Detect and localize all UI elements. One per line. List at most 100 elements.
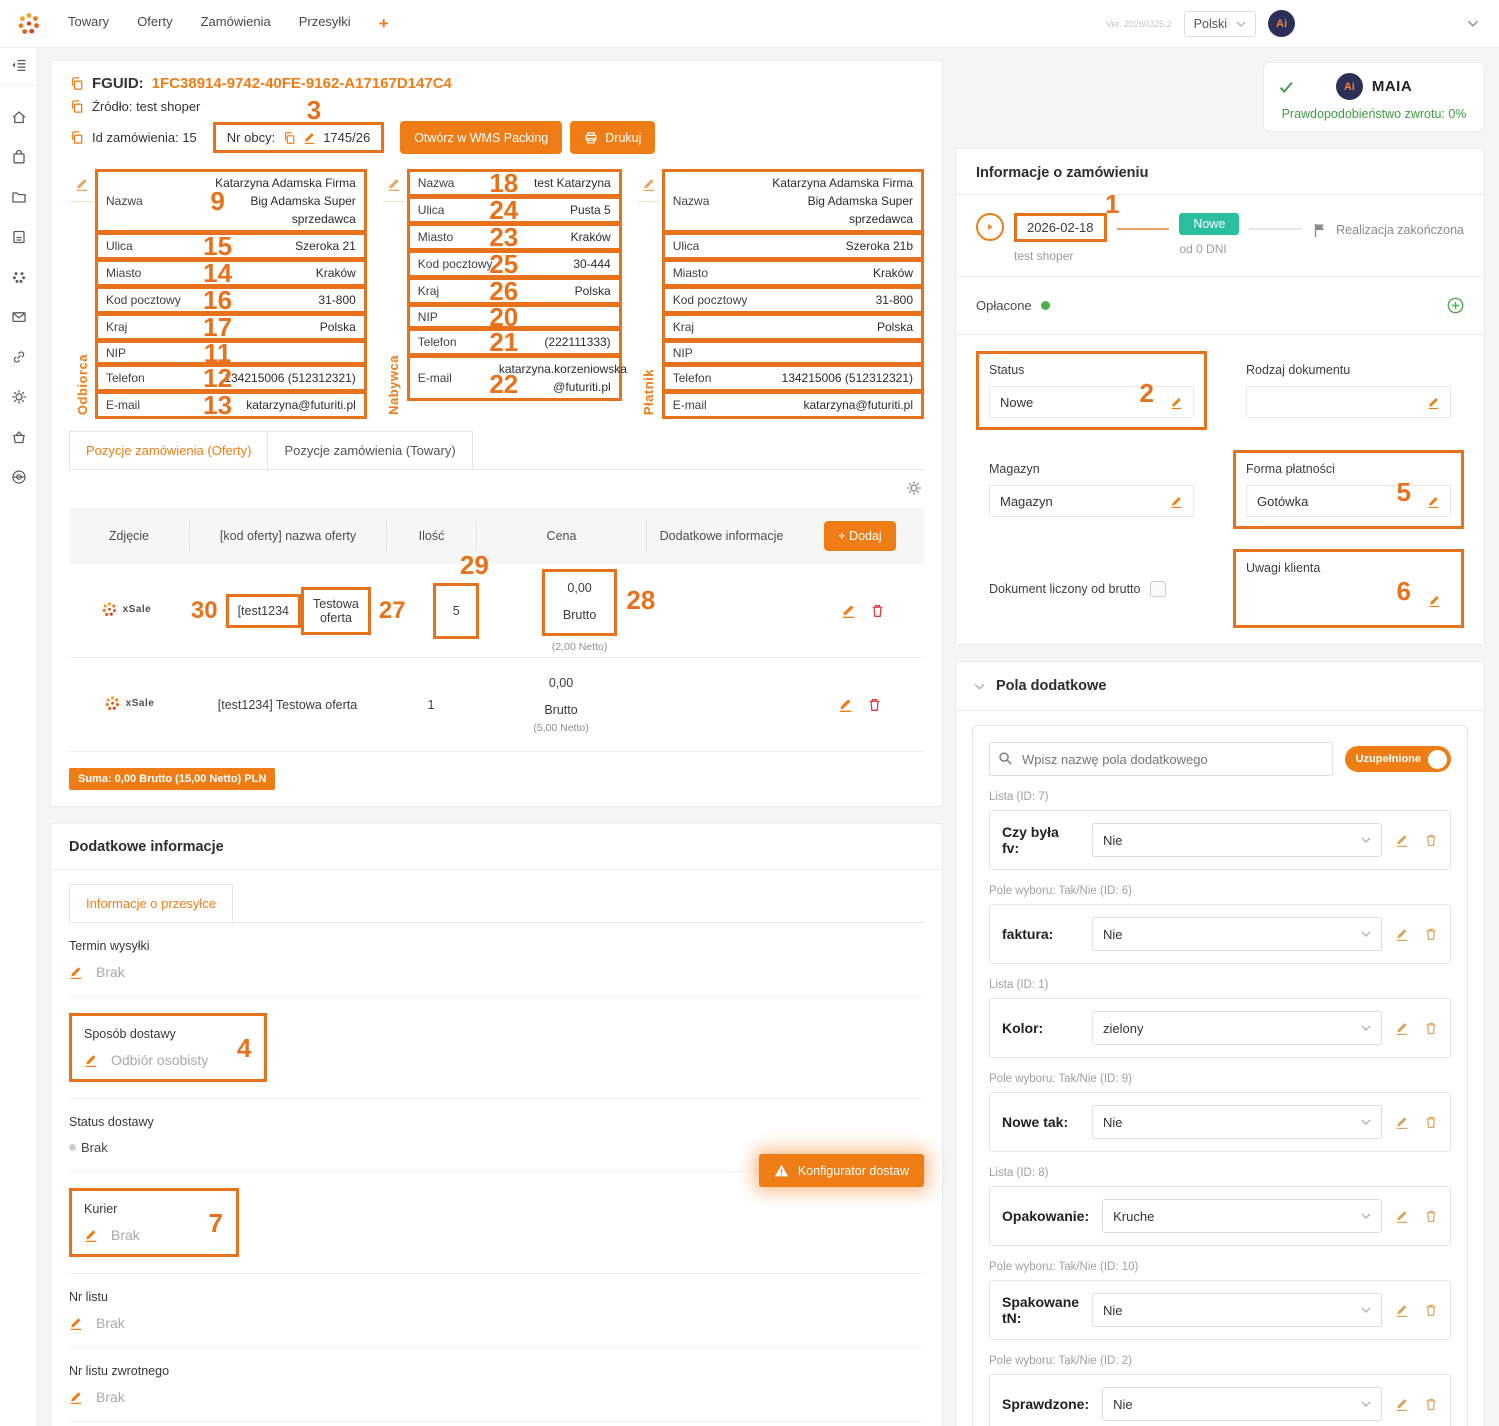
item-quantity: 5 xyxy=(433,583,479,639)
delivery-configurator-button[interactable]: Konfigurator dostaw xyxy=(759,1154,924,1187)
edit-pencil-icon[interactable] xyxy=(1427,495,1440,508)
edit-pencil-icon[interactable] xyxy=(1170,495,1183,508)
edit-pencil-icon[interactable] xyxy=(69,965,83,979)
field-label: Telefon xyxy=(106,371,145,385)
custom-field-select[interactable]: Nie xyxy=(1092,917,1382,951)
mail-icon[interactable] xyxy=(11,309,27,325)
play-icon[interactable] xyxy=(976,213,1004,241)
custom-field-select[interactable]: Nie xyxy=(1102,1387,1382,1421)
field-meta: Pole wyboru: Tak/Nie (ID: 2) xyxy=(989,1355,1451,1367)
link-icon[interactable] xyxy=(11,349,27,365)
custom-field-select[interactable]: zielony xyxy=(1092,1011,1382,1045)
nav-item-oferty[interactable]: Oferty xyxy=(137,14,172,34)
edit-pencil-icon[interactable] xyxy=(1395,833,1409,847)
open-wms-button[interactable]: Otwórz w WMS Packing xyxy=(400,121,562,154)
field-label: NIP xyxy=(418,310,438,324)
user-avatar[interactable]: Ai xyxy=(1268,10,1295,37)
edit-pencil-icon[interactable] xyxy=(1395,1021,1409,1035)
field-label: E-mail xyxy=(106,398,140,412)
trash-icon[interactable] xyxy=(1424,1021,1438,1035)
custom-field-select[interactable]: Nie xyxy=(1092,1105,1382,1139)
items-table-header: Zdjęcie [kod oferty] nazwa oferty Ilość … xyxy=(69,508,924,564)
edit-pencil-icon[interactable] xyxy=(84,1228,98,1242)
trash-icon[interactable] xyxy=(867,697,882,712)
custom-field-select[interactable]: Kruche xyxy=(1102,1199,1382,1233)
edit-pencil-icon[interactable] xyxy=(1170,396,1183,409)
copy-icon[interactable] xyxy=(69,99,84,114)
tab-order-items-goods[interactable]: Pozycje zamówienia (Towary) xyxy=(268,431,472,469)
field-value: Nie xyxy=(1113,1397,1133,1412)
navbar-collapse-icon[interactable] xyxy=(1467,20,1479,27)
document-icon[interactable] xyxy=(11,229,27,245)
trash-icon[interactable] xyxy=(1424,1397,1438,1411)
custom-field-row: Kolor: zielony xyxy=(989,998,1451,1058)
home-icon[interactable] xyxy=(11,109,27,125)
edit-pencil-icon[interactable] xyxy=(1395,927,1409,941)
field-label: NIP xyxy=(106,346,126,360)
add-payment-icon[interactable] xyxy=(1447,297,1464,314)
chevron-down-icon xyxy=(1361,1213,1371,1219)
edit-pencil-icon[interactable] xyxy=(303,131,316,144)
custom-field-select[interactable]: Nie xyxy=(1092,1293,1382,1327)
edit-pencil-icon[interactable] xyxy=(1427,396,1440,409)
status-value: Nowe xyxy=(1000,395,1170,410)
payer-rail: Płatnik xyxy=(636,170,662,419)
edit-pencil-icon[interactable] xyxy=(69,1390,83,1404)
source-line: Źródło: test shoper xyxy=(69,99,924,114)
nav-item-zamowienia[interactable]: Zamówienia xyxy=(201,14,271,34)
globe-icon[interactable] xyxy=(11,469,27,485)
xsale-logo-icon[interactable] xyxy=(16,11,42,37)
gear-icon[interactable] xyxy=(11,389,27,405)
edit-pencil-icon[interactable] xyxy=(1428,594,1441,607)
tab-order-items-offers[interactable]: Pozycje zamówienia (Oferty) xyxy=(69,431,268,469)
print-button[interactable]: Drukuj xyxy=(570,121,655,154)
custom-field-search-input[interactable] xyxy=(989,742,1333,776)
field-value: Brak xyxy=(111,1227,140,1243)
edit-pencil-icon[interactable] xyxy=(1395,1115,1409,1129)
trash-icon[interactable] xyxy=(1424,927,1438,941)
edit-pencil-icon[interactable] xyxy=(638,172,660,202)
add-item-button[interactable]: + Dodaj xyxy=(824,521,895,551)
trash-icon[interactable] xyxy=(870,603,885,618)
sidebar-collapse-icon[interactable] xyxy=(0,57,37,85)
field-label: Telefon xyxy=(673,371,712,385)
collapse-chevron-icon[interactable] xyxy=(974,683,985,690)
edit-pencil-icon[interactable] xyxy=(1395,1303,1409,1317)
chevron-down-icon xyxy=(1361,931,1371,937)
shopping-bag-icon[interactable] xyxy=(11,149,27,165)
table-settings-gear-icon[interactable] xyxy=(906,480,922,496)
gross-checkbox[interactable] xyxy=(1150,581,1166,597)
field-value: 31-800 xyxy=(318,291,355,309)
edit-pencil-icon[interactable] xyxy=(84,1053,98,1067)
language-select[interactable]: Polski xyxy=(1184,11,1256,37)
address-field-row: E-mailkatarzyna@futuriti.pl xyxy=(662,391,924,419)
nav-add-button[interactable]: + xyxy=(379,14,389,34)
apps-icon[interactable] xyxy=(11,269,27,285)
trash-icon[interactable] xyxy=(1424,1115,1438,1129)
main-menu: Towary Oferty Zamówienia Przesyłki + xyxy=(68,14,389,34)
basket-icon[interactable] xyxy=(11,429,27,445)
nav-item-przesylki[interactable]: Przesyłki xyxy=(299,14,351,34)
nav-item-towary[interactable]: Towary xyxy=(68,14,109,34)
edit-pencil-icon[interactable] xyxy=(841,603,856,618)
edit-pencil-icon[interactable] xyxy=(69,1316,83,1330)
copy-icon[interactable] xyxy=(282,131,296,145)
copy-icon[interactable] xyxy=(69,76,84,91)
edit-pencil-icon[interactable] xyxy=(1395,1209,1409,1223)
edit-pencil-icon[interactable] xyxy=(838,697,853,712)
col-header-name: [kod oferty] nazwa oferty xyxy=(189,521,386,551)
field-label: Status xyxy=(989,363,1194,377)
trash-icon[interactable] xyxy=(1424,1209,1438,1223)
field-label: Nazwa xyxy=(673,194,710,208)
trash-icon[interactable] xyxy=(1424,1303,1438,1317)
field-value: 31-800 xyxy=(876,291,913,309)
edit-pencil-icon[interactable] xyxy=(383,172,405,202)
edit-pencil-icon[interactable] xyxy=(71,172,93,202)
edit-pencil-icon[interactable] xyxy=(1395,1397,1409,1411)
filled-toggle[interactable]: Uzupełnione xyxy=(1345,746,1451,772)
copy-icon[interactable] xyxy=(69,130,84,145)
custom-field-select[interactable]: Nie xyxy=(1092,823,1382,857)
trash-icon[interactable] xyxy=(1424,833,1438,847)
folder-icon[interactable] xyxy=(11,189,27,205)
tab-shipment-info[interactable]: Informacje o przesyłce xyxy=(69,884,233,922)
